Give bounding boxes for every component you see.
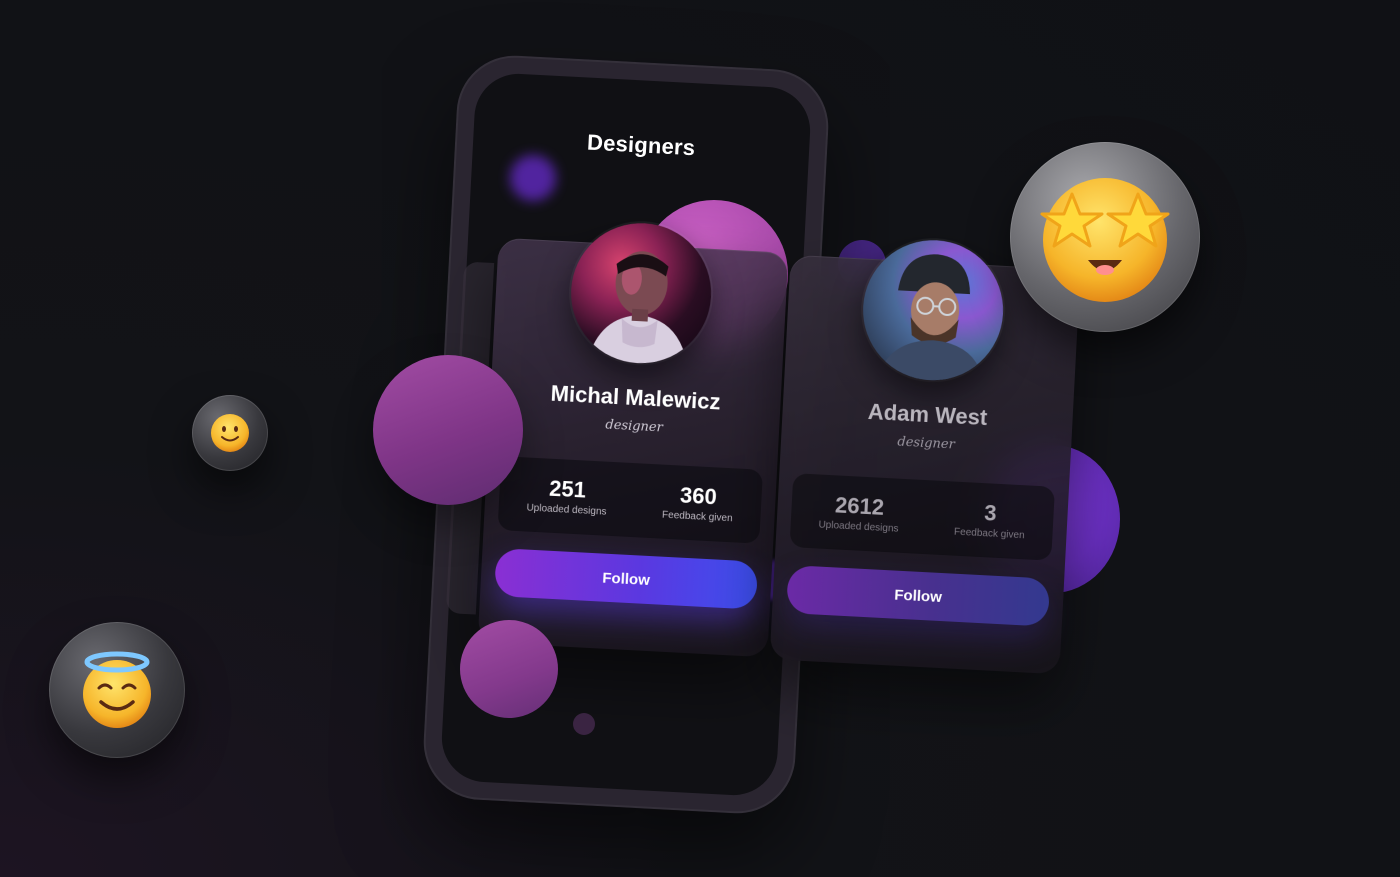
- scene-canvas: Designers Michal Malewicz designer 251 U…: [0, 0, 1400, 877]
- decorative-blob-tiny: [573, 713, 595, 735]
- stat-value: 360: [679, 482, 718, 510]
- designer-name: Adam West: [867, 398, 988, 431]
- stat-value: 2612: [834, 492, 885, 520]
- avatar-portrait-icon: [877, 254, 984, 383]
- stat-label: Uploaded designs: [526, 502, 607, 518]
- designer-card-michal: Michal Malewicz designer 251 Uploaded de…: [477, 219, 789, 658]
- stat-feedback-given: 3 Feedback given: [953, 500, 1027, 542]
- follow-button-michal[interactable]: Follow: [494, 547, 759, 610]
- slightly-smiling-emoji-icon: [211, 414, 249, 452]
- stat-value: 251: [548, 475, 587, 503]
- star-struck-emoji-bubble: [1010, 142, 1200, 332]
- avatar[interactable]: [859, 236, 1007, 384]
- stat-label: Feedback given: [661, 509, 733, 525]
- stats-panel: 2612 Uploaded designs 3 Feedback given: [789, 473, 1056, 561]
- stats-panel: 251 Uploaded designs 360 Feedback given: [497, 456, 764, 544]
- stat-feedback-given: 360 Feedback given: [661, 482, 735, 525]
- star-struck-emoji-icon: [1040, 178, 1170, 302]
- decorative-blob-small-top: [510, 155, 556, 201]
- smile-emoji-bubble: [192, 395, 268, 471]
- angel-emoji-bubble: [49, 622, 185, 758]
- smiling-face-with-halo-emoji-icon: [83, 651, 151, 728]
- decorative-blob-large-left: [373, 355, 523, 505]
- stat-value: 3: [983, 500, 998, 526]
- stat-label: Uploaded designs: [818, 519, 899, 535]
- designer-name: Michal Malewicz: [550, 380, 722, 415]
- stat-uploaded-designs: 251 Uploaded designs: [526, 475, 608, 518]
- stat-uploaded-designs: 2612 Uploaded designs: [818, 492, 900, 535]
- decorative-blob-bottom: [460, 620, 558, 718]
- stat-label: Feedback given: [953, 526, 1025, 542]
- follow-button-adam[interactable]: Follow: [786, 564, 1051, 627]
